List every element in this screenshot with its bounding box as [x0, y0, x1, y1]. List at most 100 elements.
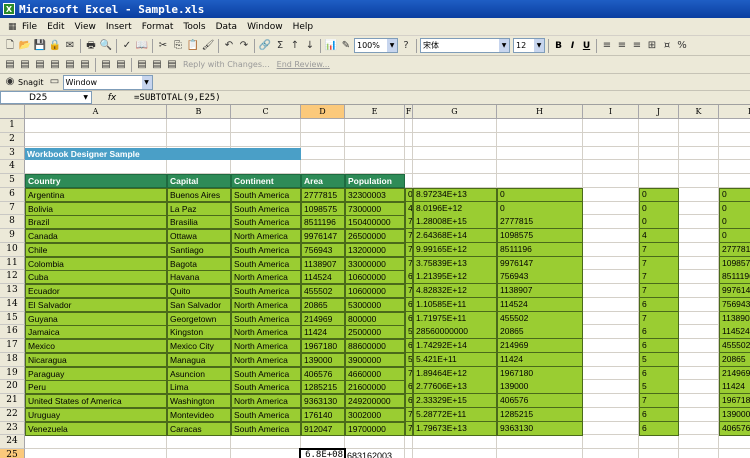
row-header-16[interactable]: 16: [0, 325, 25, 339]
email-icon[interactable]: ✉: [63, 39, 77, 53]
review-icon[interactable]: ▤: [165, 58, 179, 72]
worksheet-grid[interactable]: ABCDEFGHIJKL1234567891011121314151617181…: [0, 105, 750, 458]
table-cell[interactable]: South America: [231, 407, 301, 422]
table-cell[interactable]: La Paz: [167, 201, 231, 216]
table-cell[interactable]: 0: [639, 201, 679, 216]
row-header-10[interactable]: 10: [0, 242, 25, 257]
table-cell[interactable]: 8511196: [497, 242, 583, 257]
table-cell[interactable]: 32300003: [345, 187, 405, 202]
permission-icon[interactable]: 🔒: [48, 39, 62, 53]
table-cell[interactable]: 6: [639, 297, 679, 312]
column-header-j[interactable]: J: [639, 105, 679, 119]
table-cell[interactable]: 455502: [719, 339, 750, 353]
select-all-corner[interactable]: [0, 105, 25, 119]
table-cell[interactable]: Colombia: [25, 256, 167, 271]
table-cell[interactable]: 756943: [497, 270, 583, 285]
row-header-1[interactable]: 1: [0, 119, 25, 133]
table-cell[interactable]: 0: [719, 187, 750, 202]
autosum-icon[interactable]: Σ: [273, 39, 287, 53]
fx-icon[interactable]: fx: [92, 93, 132, 103]
table-cell[interactable]: 2.77606E+13: [413, 380, 497, 395]
row-header-2[interactable]: 2: [0, 132, 25, 147]
currency-icon[interactable]: ¤: [660, 39, 674, 53]
table-cell[interactable]: Cuba: [25, 270, 167, 285]
table-cell[interactable]: Paraguay: [25, 366, 167, 381]
table-cell[interactable]: 7: [639, 311, 679, 326]
table-cell[interactable]: 139000: [497, 380, 583, 395]
table-cell[interactable]: El Salvador: [25, 297, 167, 312]
table-cell[interactable]: 6: [405, 297, 413, 312]
table-cell[interactable]: Washington: [167, 394, 231, 408]
table-cell[interactable]: 7: [405, 242, 413, 257]
menu-file[interactable]: File: [17, 22, 42, 32]
table-cell[interactable]: 5.28772E+11: [413, 407, 497, 422]
row-header-13[interactable]: 13: [0, 284, 25, 298]
research-icon[interactable]: 📖: [135, 39, 149, 53]
paste-icon[interactable]: 📋: [186, 39, 200, 53]
review-icon[interactable]: ▤: [135, 58, 149, 72]
table-cell[interactable]: 6: [405, 394, 413, 408]
table-header-capital[interactable]: Capital: [167, 174, 231, 188]
review-icon[interactable]: ▤: [99, 58, 113, 72]
menu-data[interactable]: Data: [211, 22, 243, 32]
table-cell[interactable]: 5: [405, 352, 413, 367]
hyperlink-icon[interactable]: 🔗: [258, 39, 272, 53]
table-cell[interactable]: 7: [405, 421, 413, 436]
table-cell[interactable]: Brasilia: [167, 215, 231, 230]
table-cell[interactable]: San Salvador: [167, 297, 231, 312]
table-cell[interactable]: 2.64368E+14: [413, 229, 497, 243]
print-preview-icon[interactable]: 🔍: [99, 39, 113, 53]
bold-button[interactable]: B: [552, 39, 565, 53]
table-cell[interactable]: 756943: [719, 297, 750, 312]
menu-view[interactable]: View: [70, 22, 101, 32]
table-cell[interactable]: 1138907: [301, 256, 345, 271]
table-cell[interactable]: Chile: [25, 242, 167, 257]
table-cell[interactable]: North America: [231, 352, 301, 367]
row-header-12[interactable]: 12: [0, 270, 25, 284]
workbook-icon[interactable]: ▦: [3, 20, 17, 34]
table-cell[interactable]: 114524: [301, 270, 345, 285]
review-icon[interactable]: ▤: [48, 58, 62, 72]
column-header-b[interactable]: B: [167, 105, 231, 119]
review-icon[interactable]: ▤: [114, 58, 128, 72]
row-header-17[interactable]: 17: [0, 339, 25, 353]
table-cell[interactable]: 0: [639, 215, 679, 230]
table-cell[interactable]: 2.33329E+15: [413, 394, 497, 408]
table-cell[interactable]: 150400000: [345, 215, 405, 230]
column-header-g[interactable]: G: [413, 105, 497, 119]
snagit-icon[interactable]: ◉: [3, 75, 17, 89]
font-combo[interactable]: 宋体 ▼: [420, 38, 510, 53]
table-cell[interactable]: 912047: [301, 421, 345, 436]
table-cell[interactable]: 214969: [719, 366, 750, 381]
table-cell[interactable]: 8.0196E+12: [413, 201, 497, 216]
table-cell[interactable]: 1098575: [301, 201, 345, 216]
table-cell[interactable]: 214969: [301, 311, 345, 326]
review-icon[interactable]: ▤: [18, 58, 32, 72]
table-cell[interactable]: 0: [719, 215, 750, 230]
table-cell[interactable]: 13200000: [345, 242, 405, 257]
table-cell[interactable]: South America: [231, 284, 301, 298]
table-cell[interactable]: South America: [231, 366, 301, 381]
table-cell[interactable]: Lima: [167, 380, 231, 395]
table-cell[interactable]: 1.79673E+13: [413, 421, 497, 436]
table-cell[interactable]: 6: [639, 407, 679, 422]
table-cell[interactable]: 7: [639, 270, 679, 285]
sort-descending-icon[interactable]: ↓: [303, 39, 317, 53]
menu-insert[interactable]: Insert: [101, 22, 137, 32]
cut-icon[interactable]: ✂: [156, 39, 170, 53]
table-cell[interactable]: 9.99165E+12: [413, 242, 497, 257]
end-review-button[interactable]: End Review...: [274, 60, 333, 69]
review-icon[interactable]: ▤: [3, 58, 17, 72]
table-cell[interactable]: South America: [231, 215, 301, 230]
table-cell[interactable]: South America: [231, 256, 301, 271]
column-header-c[interactable]: C: [231, 105, 301, 119]
table-cell[interactable]: 21600000: [345, 380, 405, 395]
table-cell[interactable]: 1138907: [497, 284, 583, 298]
table-cell[interactable]: 9976147: [497, 256, 583, 271]
row-header-19[interactable]: 19: [0, 366, 25, 381]
menu-window[interactable]: Window: [242, 22, 288, 32]
table-cell[interactable]: Argentina: [25, 187, 167, 202]
table-cell[interactable]: 406576: [497, 394, 583, 408]
table-cell[interactable]: 7: [405, 215, 413, 230]
table-cell[interactable]: 7: [405, 284, 413, 298]
